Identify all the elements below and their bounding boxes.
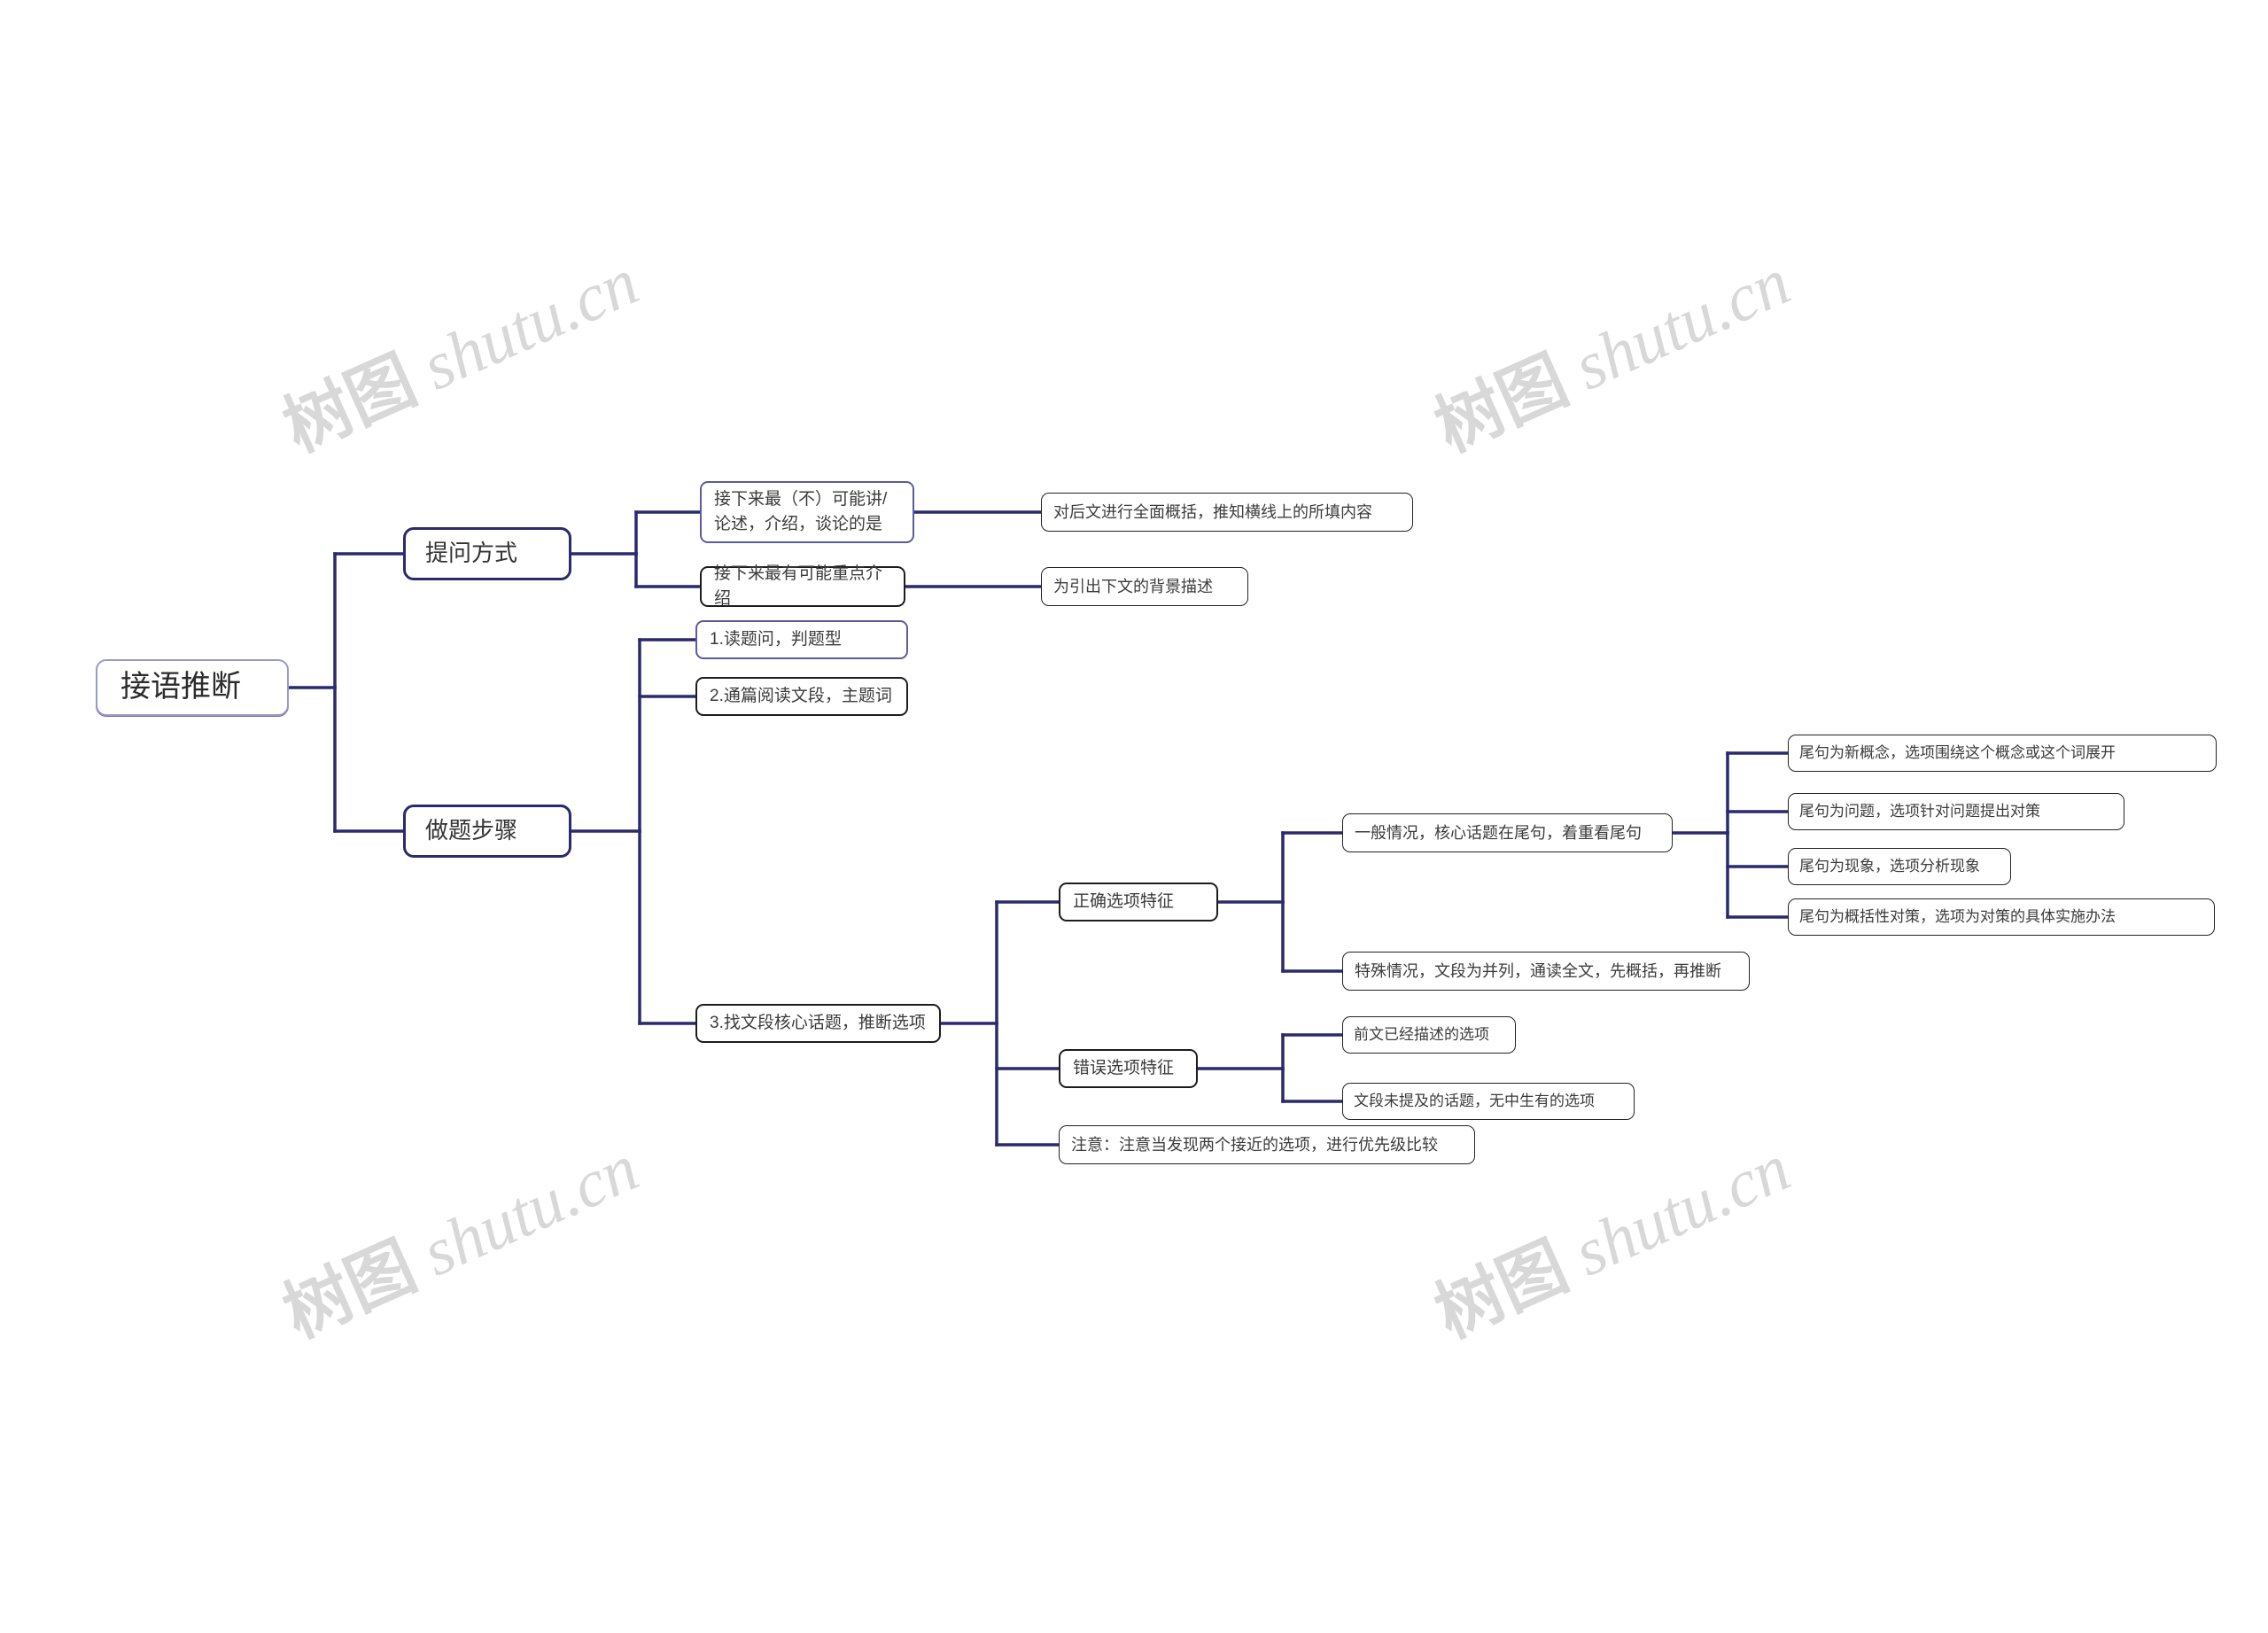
watermark-en: shutu.cn	[1563, 244, 1801, 405]
node-general-case-label: 一般情况，核心话题在尾句，着重看尾句	[1355, 823, 1642, 842]
node-question-phrasing-2-label: 接下来最有可能重点介绍	[714, 564, 883, 608]
node-tail-new-concept[interactable]: 尾句为新概念，选项围绕这个概念或这个词展开	[1788, 735, 2217, 772]
node-question-phrasing-2[interactable]: 接下来最有可能重点介绍	[700, 564, 905, 608]
node-tail-new-concept-label: 尾句为新概念，选项围绕这个概念或这个词展开	[1799, 743, 2116, 761]
watermark-cn: 树图	[1425, 342, 1579, 466]
node-question-phrasing-1-label: 接下来最（不）可能讲/ 论述，介绍，谈论的是	[714, 489, 888, 534]
node-correct-option-traits-label: 正确选项特征	[1073, 892, 1175, 912]
watermark-cn: 树图	[1425, 1228, 1579, 1352]
node-branch-steps[interactable]: 做题步骤	[403, 805, 571, 858]
node-tail-phenomenon[interactable]: 尾句为现象，选项分析现象	[1788, 848, 2011, 885]
node-note-priority-compare[interactable]: 注意：注意当发现两个接近的选项，进行优先级比较	[1059, 1125, 1475, 1164]
node-tail-policy-label: 尾句为概括性对策，选项为对策的具体实施办法	[1799, 907, 2116, 925]
watermark-en: shutu.cn	[411, 1130, 649, 1291]
watermark-cn: 树图	[273, 342, 427, 466]
node-general-case[interactable]: 一般情况，核心话题在尾句，着重看尾句	[1342, 813, 1673, 852]
node-wrong-already-described-label: 前文已经描述的选项	[1354, 1025, 1489, 1043]
node-answer-background[interactable]: 为引出下文的背景描述	[1041, 567, 1248, 606]
node-wrong-option-traits-label: 错误选项特征	[1073, 1059, 1175, 1078]
node-tail-phenomenon-label: 尾句为现象，选项分析现象	[1799, 857, 1980, 875]
watermark-en: shutu.cn	[411, 244, 649, 405]
node-root[interactable]: 接语推断	[96, 659, 289, 716]
node-tail-policy[interactable]: 尾句为概括性对策，选项为对策的具体实施办法	[1788, 898, 2215, 936]
node-wrong-already-described[interactable]: 前文已经描述的选项	[1342, 1016, 1516, 1054]
node-answer-background-label: 为引出下文的背景描述	[1053, 577, 1213, 595]
node-step-1[interactable]: 1.读题问，判题型	[695, 620, 908, 659]
node-tail-question-label: 尾句为问题，选项针对问题提出对策	[1799, 802, 2040, 820]
node-root-label: 接语推断	[120, 670, 241, 704]
mindmap-canvas: 树图 shutu.cn 树图 shutu.cn 树图 shutu.cn 树图 s…	[0, 0, 2268, 1633]
watermark: 树图 shutu.cn	[1418, 1114, 1802, 1357]
node-question-phrasing-1[interactable]: 接下来最（不）可能讲/ 论述，介绍，谈论的是	[700, 481, 914, 543]
node-branch-question-type[interactable]: 提问方式	[403, 527, 571, 580]
node-wrong-not-mentioned[interactable]: 文段未提及的话题，无中生有的选项	[1342, 1083, 1635, 1120]
node-special-case[interactable]: 特殊情况，文段为并列，通读全文，先概括，再推断	[1342, 952, 1750, 991]
node-branch-steps-label: 做题步骤	[425, 817, 518, 844]
watermark-en: shutu.cn	[1563, 1130, 1801, 1291]
watermark-cn: 树图	[273, 1228, 427, 1352]
node-wrong-not-mentioned-label: 文段未提及的话题，无中生有的选项	[1354, 1092, 1595, 1109]
watermark: 树图 shutu.cn	[266, 228, 650, 470]
node-answer-summary[interactable]: 对后文进行全面概括，推知横线上的所填内容	[1041, 493, 1413, 532]
node-note-priority-compare-label: 注意：注意当发现两个接近的选项，进行优先级比较	[1071, 1135, 1438, 1154]
node-step-3-label: 3.找文段核心话题，推断选项	[710, 1014, 926, 1033]
node-branch-question-type-label: 提问方式	[425, 540, 518, 567]
node-step-2[interactable]: 2.通篇阅读文段，主题词	[695, 677, 908, 716]
node-special-case-label: 特殊情况，文段为并列，通读全文，先概括，再推断	[1355, 961, 1721, 980]
node-answer-summary-label: 对后文进行全面概括，推知横线上的所填内容	[1053, 502, 1372, 521]
node-step-3[interactable]: 3.找文段核心话题，推断选项	[695, 1004, 941, 1043]
node-wrong-option-traits[interactable]: 错误选项特征	[1059, 1049, 1198, 1088]
node-tail-question[interactable]: 尾句为问题，选项针对问题提出对策	[1788, 793, 2124, 830]
watermark: 树图 shutu.cn	[266, 1114, 650, 1357]
node-correct-option-traits[interactable]: 正确选项特征	[1059, 883, 1218, 921]
watermark: 树图 shutu.cn	[1418, 228, 1802, 470]
node-step-2-label: 2.通篇阅读文段，主题词	[710, 687, 892, 706]
node-step-1-label: 1.读题问，判题型	[710, 630, 842, 649]
